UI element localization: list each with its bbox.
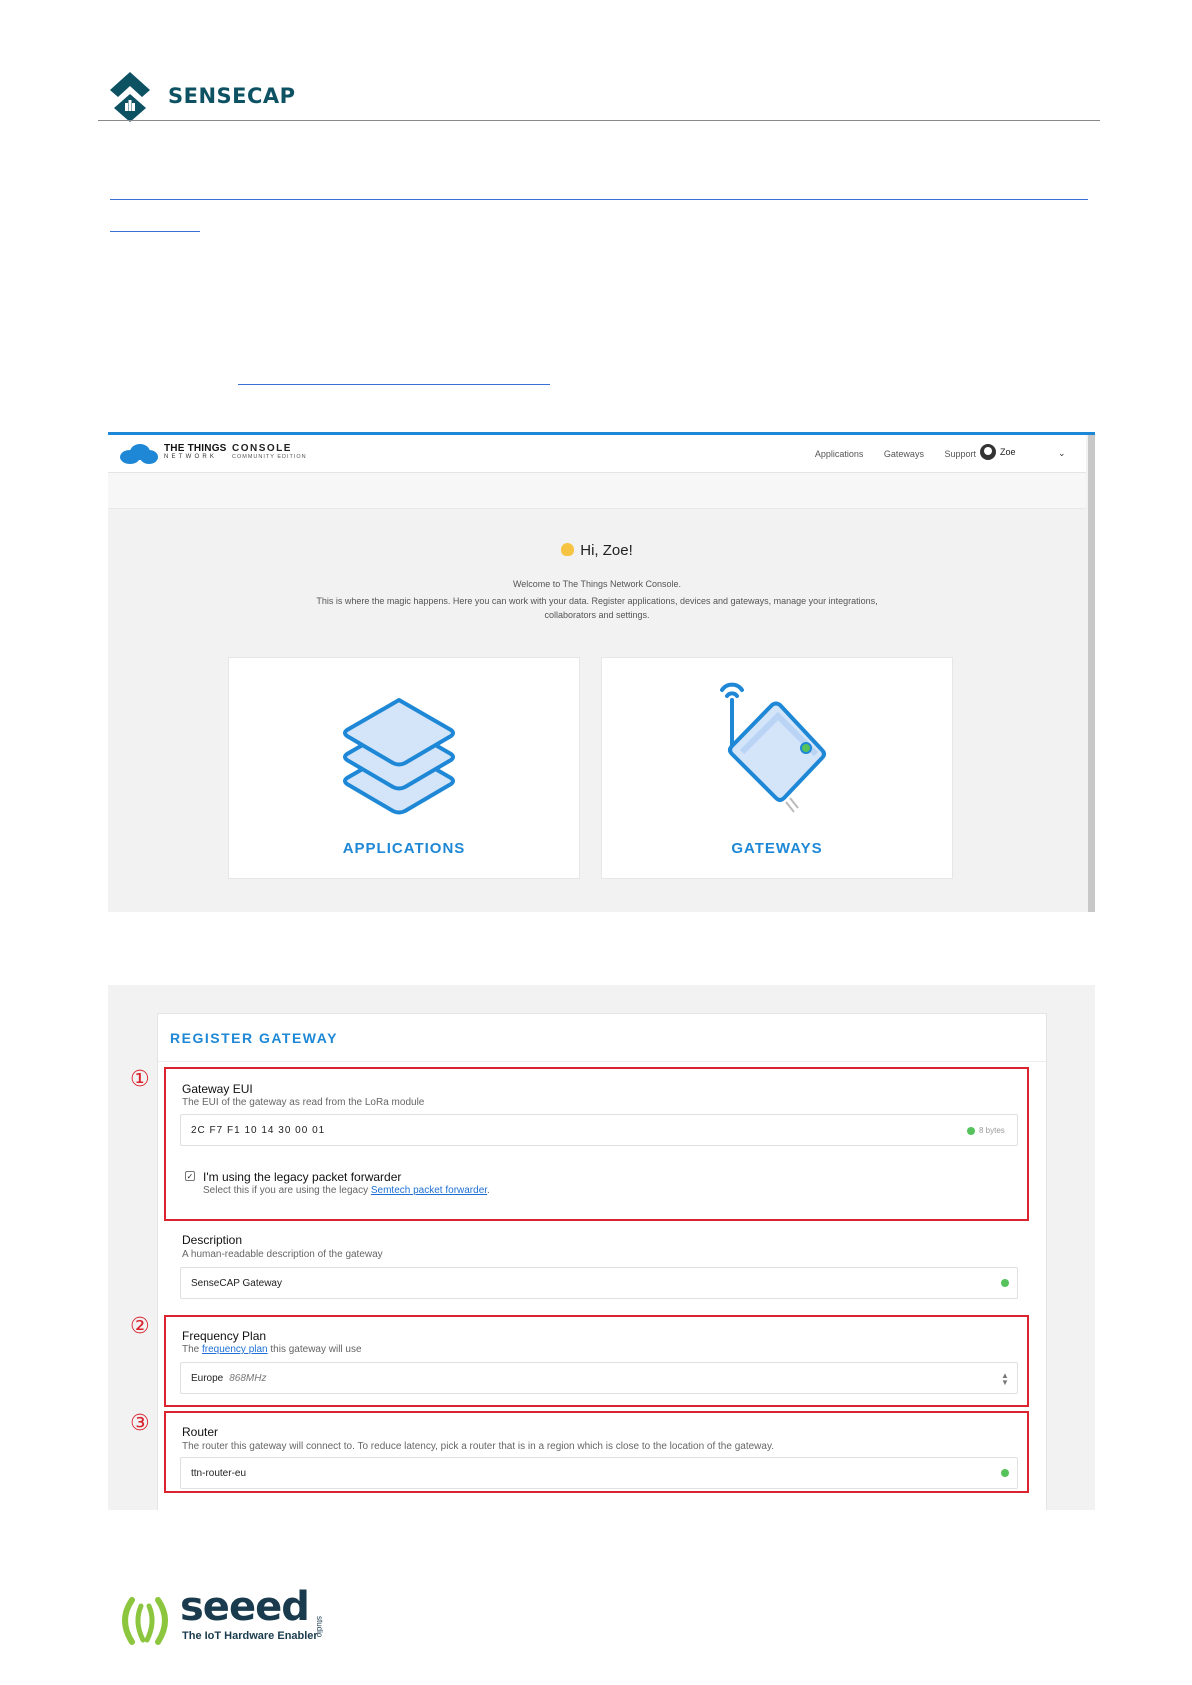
cloud-logo-icon [120, 444, 158, 464]
avatar-icon [980, 444, 996, 460]
router-input[interactable]: ttn-router-eu [180, 1457, 1018, 1489]
sub-bar [108, 473, 1086, 509]
marker-2: ② [130, 1314, 150, 1339]
frequency-plan-value: Europe [191, 1373, 224, 1384]
legacy-forwarder-description: Select this if you are using the legacy … [203, 1185, 490, 1196]
gateways-tile[interactable]: GATEWAYS [601, 657, 953, 879]
brand-line2: NETWORK [164, 454, 218, 460]
applications-label: APPLICATIONS [342, 840, 466, 857]
seeed-wordmark: seeed [180, 1584, 310, 1630]
console-label: CONSOLE COMMUNITY EDITION [232, 444, 307, 462]
console-edition: COMMUNITY EDITION [232, 454, 307, 460]
seeed-tagline: The IoT Hardware Enabler [182, 1630, 318, 1642]
header-divider [98, 120, 1100, 121]
frequency-plan-link[interactable]: frequency plan [202, 1344, 268, 1355]
router-description: The router this gateway will connect to.… [182, 1441, 774, 1452]
valid-check-icon [1001, 1279, 1009, 1287]
hyperlink-underline[interactable] [110, 199, 1088, 200]
frequency-plan-label: Frequency Plan [182, 1329, 267, 1343]
legacy-forwarder-checkbox[interactable]: ✓ [185, 1171, 195, 1181]
welcome-text: Welcome to The Things Network Console. T… [108, 577, 1086, 622]
frequency-plan-select[interactable]: Europe 868MHz [180, 1362, 1018, 1394]
document-header: SENSECAP [100, 62, 1100, 124]
marker-3: ③ [130, 1411, 150, 1436]
top-nav: THE THINGS NETWORK CONSOLE COMMUNITY EDI… [108, 435, 1086, 473]
brand-name: SENSECAP [168, 84, 296, 108]
hyperlink-underline[interactable] [238, 384, 550, 385]
description-label: Description [182, 1233, 243, 1247]
register-gateway-screenshot: REGISTER GATEWAY ① ② ③ Gateway EUI The E… [108, 985, 1095, 1510]
eui-byte-count: 8 bytes [979, 1126, 1005, 1135]
legacy-desc-prefix: Select this if you are using the legacy [203, 1185, 371, 1196]
welcome-line: Welcome to The Things Network Console. [512, 579, 682, 589]
valid-check-icon [967, 1127, 975, 1135]
nav-support[interactable]: Support [944, 449, 976, 459]
legacy-desc-suffix: . [487, 1185, 490, 1196]
eui-value: 2C F7 F1 10 14 30 00 01 [191, 1125, 326, 1136]
freq-desc-suffix: this gateway will use [267, 1344, 362, 1355]
eui-label: Gateway EUI [182, 1082, 253, 1096]
hyperlink-underline[interactable] [110, 231, 200, 232]
router-value: ttn-router-eu [191, 1468, 247, 1479]
description-input[interactable]: SenseCAP Gateway [180, 1267, 1018, 1299]
seeed-sprout-icon [122, 1597, 168, 1645]
frequency-plan-band: 868MHz [229, 1373, 267, 1384]
gateway-router-icon [720, 682, 826, 813]
register-title: REGISTER GATEWAY [158, 1014, 1046, 1062]
nav-applications[interactable]: Applications [815, 449, 864, 459]
select-arrows-icon[interactable]: ▲ ▼ [1001, 1372, 1009, 1387]
freq-desc-prefix: The [182, 1344, 203, 1355]
frequency-plan-description: The frequency plan this gateway will use [182, 1344, 362, 1355]
greeting: Hi, Zoe! [108, 542, 1086, 559]
scrollbar[interactable] [1088, 435, 1095, 912]
user-menu[interactable]: Zoe [980, 444, 1016, 460]
intro-line: This is where the magic happens. Here yo… [316, 596, 878, 606]
ttn-brand[interactable]: THE THINGS NETWORK [164, 444, 227, 462]
sensecap-logo-icon [110, 72, 150, 122]
console-title: CONSOLE [232, 443, 292, 454]
brand-line1: THE THINGS [164, 443, 227, 454]
ttn-console-screenshot: THE THINGS NETWORK CONSOLE COMMUNITY EDI… [108, 432, 1095, 912]
stacked-layers-icon [343, 698, 455, 815]
marker-1: ① [130, 1067, 150, 1092]
gateway-eui-input[interactable]: 2C F7 F1 10 14 30 00 01 [180, 1114, 1018, 1146]
router-label: Router [182, 1425, 219, 1439]
nav-gateways[interactable]: Gateways [884, 449, 924, 459]
intro-line-2: collaborators and settings. [544, 610, 650, 620]
applications-tile[interactable]: APPLICATIONS [228, 657, 580, 879]
nav-links: Applications Gateways Support [797, 449, 976, 459]
gateways-label: GATEWAYS [731, 840, 823, 857]
semtech-forwarder-link[interactable]: Semtech packet forwarder [371, 1185, 487, 1196]
greeting-text: Hi, Zoe! [580, 542, 633, 559]
description-value: SenseCAP Gateway [191, 1278, 282, 1289]
chevron-down-icon[interactable]: ⌄ [1058, 448, 1066, 459]
eui-description: The EUI of the gateway as read from the … [182, 1097, 425, 1108]
user-name: Zoe [1000, 447, 1016, 457]
legacy-forwarder-label: I'm using the legacy packet forwarder [203, 1170, 402, 1184]
valid-check-icon [1001, 1469, 1009, 1477]
description-hint: A human-readable description of the gate… [182, 1249, 383, 1260]
waving-hand-icon [561, 543, 575, 556]
